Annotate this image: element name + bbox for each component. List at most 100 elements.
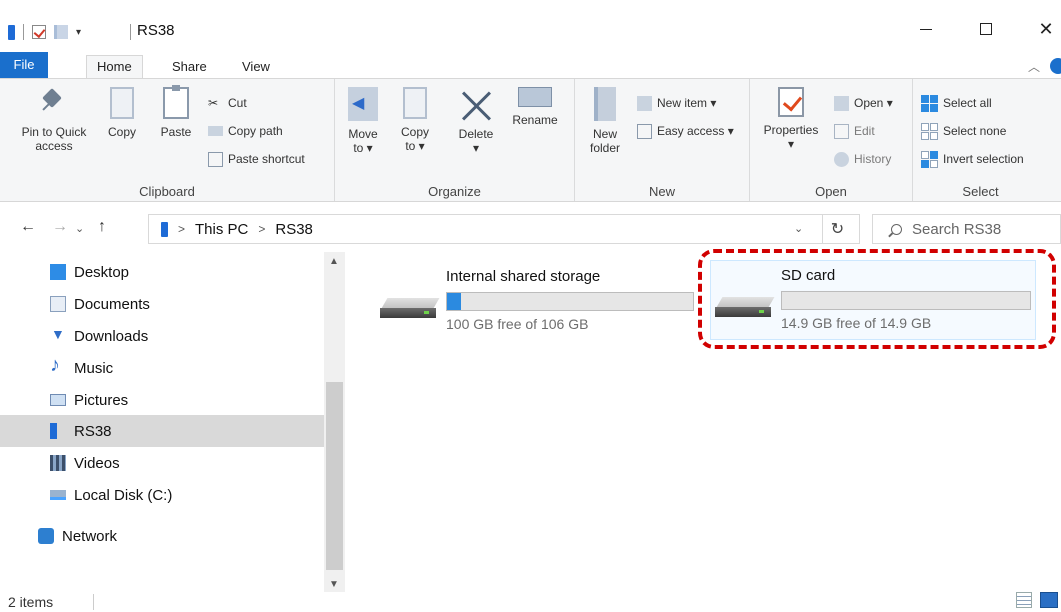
nav-item-network[interactable]: Network [0,520,324,552]
drive-internal-storage[interactable]: Internal shared storage 100 GB free of 1… [380,262,700,338]
close-button[interactable]: ✕ [1028,14,1061,44]
breadcrumb-separator: > [178,222,186,236]
new-folder-label-line1: New [592,127,617,141]
nav-item-videos[interactable]: Videos [0,447,324,479]
address-bar-row: ← → ⌄ ↑ > This PC > RS38 ⌄ ↻ Search RS38 [0,206,1061,252]
edit-label: Edit [854,124,875,138]
minimize-button[interactable] [908,14,944,44]
open-button[interactable]: Open ▾ [834,93,893,113]
nav-item-music[interactable]: Music [0,352,324,384]
history-icon [834,151,849,167]
copy-button[interactable]: Copy [102,87,142,139]
tab-file[interactable]: File [0,52,48,78]
paste-label: Paste [160,125,192,139]
quick-access-toolbar: ▾ [8,22,81,42]
paste-shortcut-button[interactable]: Paste shortcut [208,149,305,169]
collapse-ribbon-icon[interactable]: ︿ [1028,58,1040,75]
scrollbar-thumb[interactable] [326,382,343,570]
select-group: Select all Select none Invert selection … [913,79,1048,201]
easy-access-label: Easy access ▾ [657,124,734,138]
breadcrumb-current[interactable]: RS38 [275,221,313,238]
properties-button[interactable]: Properties ▾ [758,87,824,151]
drive-free-space: 14.9 GB free of 14.9 GB [781,315,932,331]
drive-icon [715,297,775,319]
minimize-icon [920,28,932,30]
status-bar: 2 items [0,592,1061,612]
tab-view[interactable]: View [232,56,280,78]
title-bar: ▾ RS38 ✕ [0,0,1061,52]
nav-item-label: Local Disk (C:) [74,486,173,504]
back-arrow-icon[interactable]: ← [20,218,36,236]
rename-label: Rename [512,113,558,127]
address-dropdown-icon[interactable]: ⌄ [794,222,803,235]
pin-to-quick-access-button[interactable]: Pin to Quick access [14,87,94,153]
desktop-icon [50,264,66,280]
large-icons-view-icon[interactable] [1040,592,1058,608]
open-group: Properties ▾ Open ▾ Edit History Open [750,79,913,201]
pin-label-line2: access [35,139,73,153]
nav-item-rs38[interactable]: RS38 [0,415,324,447]
copy-path-button[interactable]: Copy path [208,121,283,141]
move-to-button[interactable]: Move to ▾ [343,87,383,155]
new-folder-label-line2: folder [589,141,621,155]
edit-button[interactable]: Edit [834,121,875,141]
cut-button[interactable]: ✂ Cut [208,93,247,113]
history-button[interactable]: History [834,149,891,169]
address-box[interactable]: > This PC > RS38 [148,214,860,244]
select-none-button[interactable]: Select none [921,121,1006,141]
edit-icon [834,123,849,139]
nav-item-label: Music [74,359,114,377]
nav-pane-scrollbar[interactable]: ▲ ▼ [324,252,345,592]
device-icon [161,221,168,237]
select-all-button[interactable]: Select all [921,93,992,113]
drive-usage-bar [446,292,694,311]
copy-label: Copy [107,125,136,139]
forward-arrow-icon[interactable]: → [52,218,68,236]
new-folder-button[interactable]: New folder [583,87,627,155]
properties-dropdown-icon[interactable]: ▾ [758,137,824,151]
copy-to-label-line1: Copy [400,125,429,139]
up-arrow-icon[interactable]: ↑ [98,218,106,236]
delete-button[interactable]: Delete ▾ [453,87,499,155]
easy-access-button[interactable]: Easy access ▾ [637,121,734,141]
delete-icon [459,87,493,121]
title-divider [130,24,131,40]
breadcrumb-this-pc[interactable]: This PC [195,221,248,238]
paste-button[interactable]: Paste [156,85,196,139]
rename-button[interactable]: Rename [507,87,563,127]
new-item-label: New item ▾ [657,96,717,110]
nav-item-downloads[interactable]: Downloads [0,320,324,352]
select-none-icon [921,122,938,140]
delete-dropdown-icon[interactable]: ▾ [453,141,499,155]
scroll-up-icon[interactable]: ▲ [329,256,339,267]
drive-sd-card[interactable]: SD card 14.9 GB free of 14.9 GB [710,260,1036,340]
invert-selection-button[interactable]: Invert selection [921,149,1024,169]
drive-name: SD card [781,267,836,284]
refresh-button[interactable]: ↻ [822,214,852,244]
nav-item-documents[interactable]: Documents [0,288,324,320]
details-view-icon[interactable] [1016,592,1032,608]
nav-item-desktop[interactable]: Desktop [0,256,324,288]
open-icon [834,95,849,111]
new-folder-quick-icon[interactable] [54,25,68,39]
close-icon: ✕ [1038,18,1054,39]
nav-item-label: Documents [74,295,150,313]
scroll-down-icon[interactable]: ▼ [329,579,339,590]
properties-quick-icon[interactable] [32,25,46,39]
maximize-icon [980,23,992,35]
maximize-button[interactable] [968,14,1004,44]
help-icon[interactable] [1050,58,1061,74]
delete-label: Delete [458,127,494,141]
scissors-icon: ✂ [208,95,219,110]
clipboard-group: Pin to Quick access Copy Paste ✂ Cut Cop… [0,79,335,201]
new-item-button[interactable]: New item ▾ [637,93,716,113]
nav-item-local-disk[interactable]: Local Disk (C:) [0,479,324,511]
tab-home[interactable]: Home [86,55,143,79]
customize-toolbar-icon[interactable]: ▾ [76,27,81,38]
recent-locations-icon[interactable]: ⌄ [75,222,84,235]
drive-usage-fill [447,293,462,310]
nav-item-pictures[interactable]: Pictures [0,384,324,416]
tab-share[interactable]: Share [162,56,217,78]
search-input[interactable]: Search RS38 [872,214,1061,244]
copy-to-button[interactable]: Copy to ▾ [395,87,435,153]
